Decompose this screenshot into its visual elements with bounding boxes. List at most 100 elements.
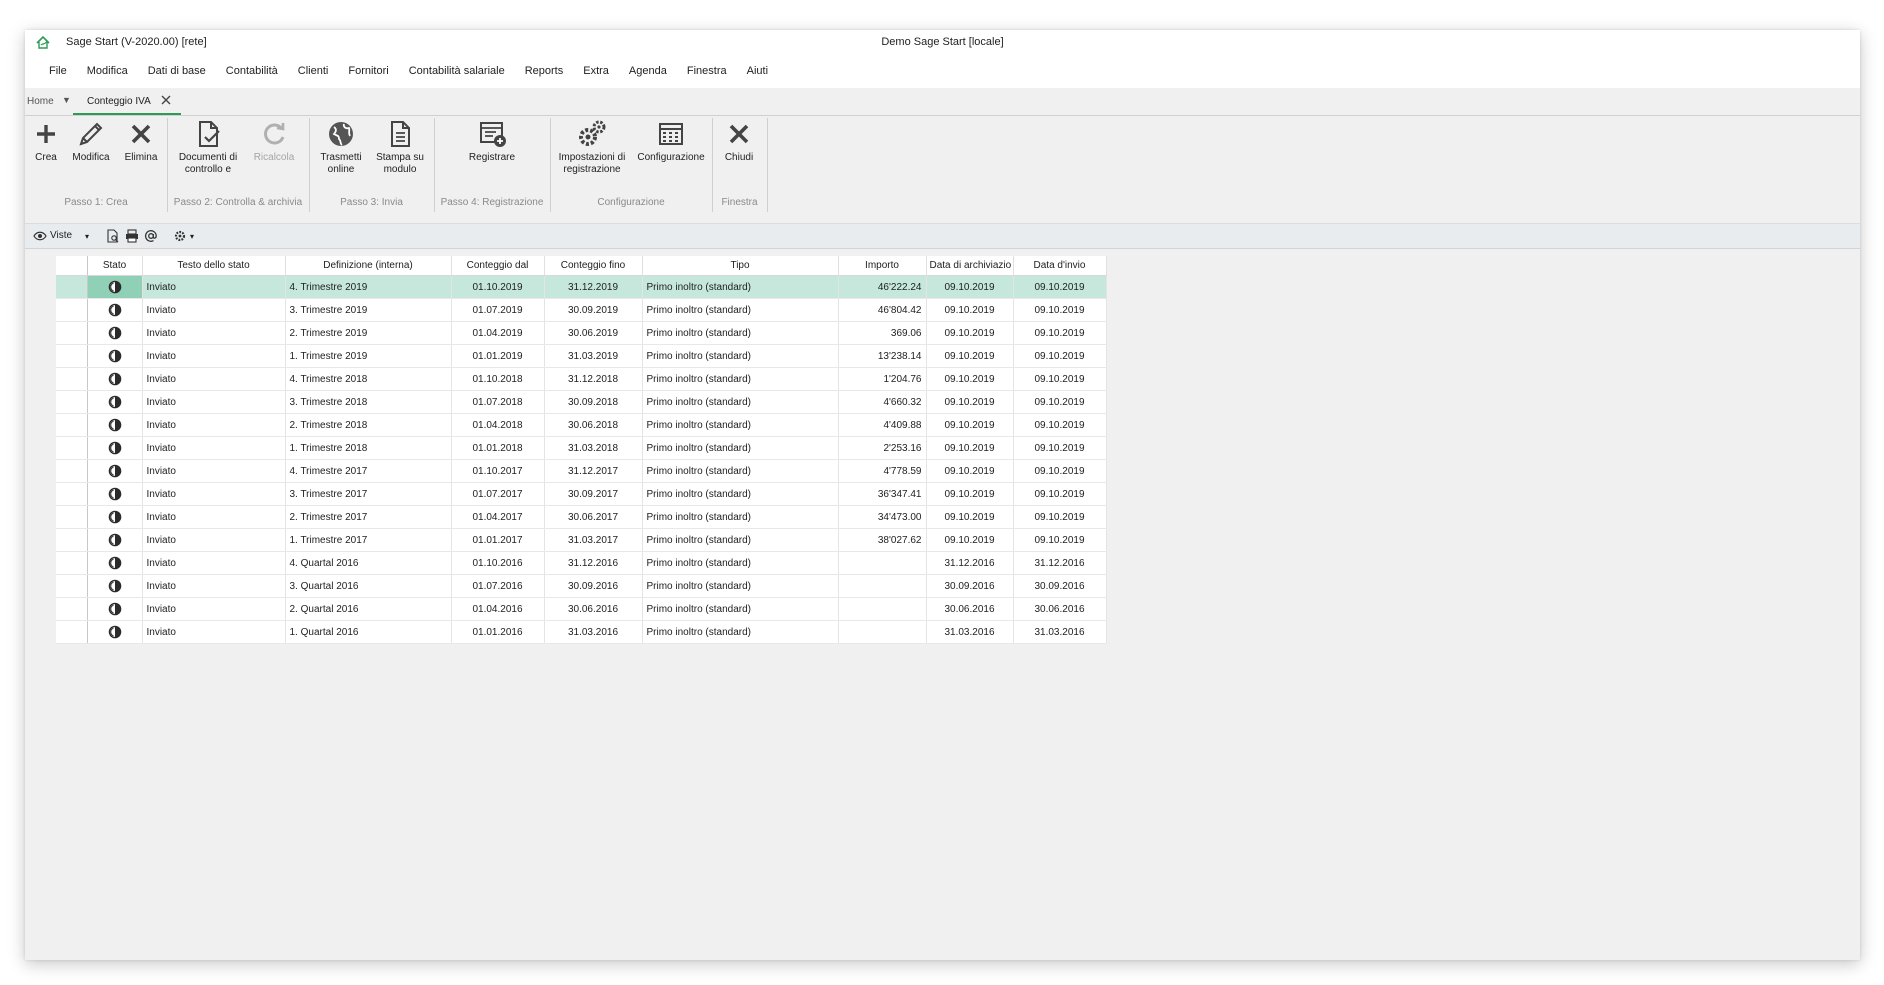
status-cell[interactable] <box>87 298 143 322</box>
table-row[interactable]: Inviato 3. Quartal 2016 01.07.2016 30.09.20… <box>56 574 1107 598</box>
amount-cell[interactable]: 34'473.00 <box>838 505 927 529</box>
row-gutter[interactable] <box>56 459 88 483</box>
viste-dropdown[interactable] <box>33 229 47 245</box>
period-from-cell[interactable]: 01.07.2017 <box>451 482 545 506</box>
status-text-cell[interactable]: Inviato <box>142 528 286 552</box>
definition-cell[interactable]: 2. Quartal 2016 <box>285 597 452 621</box>
viste-label[interactable]: Viste <box>50 230 72 241</box>
status-cell[interactable] <box>87 482 143 506</box>
column-header-conteggio-dal[interactable]: Conteggio dal <box>451 256 545 276</box>
period-to-cell[interactable]: 31.12.2016 <box>544 551 643 575</box>
archive-date-cell[interactable]: 09.10.2019 <box>926 413 1014 437</box>
column-header-importo[interactable]: Importo <box>838 256 927 276</box>
row-gutter[interactable] <box>56 321 88 345</box>
table-row[interactable]: Inviato 2. Trimestre 2019 01.04.2019 30.06.… <box>56 321 1107 345</box>
status-text-cell[interactable]: Inviato <box>142 505 286 529</box>
period-from-cell[interactable]: 01.04.2017 <box>451 505 545 529</box>
close-tab-icon[interactable] <box>159 93 173 107</box>
menu-extra[interactable]: Extra <box>573 65 619 77</box>
column-header-definizione[interactable]: Definizione (interna) <box>285 256 452 276</box>
type-cell[interactable]: Primo inoltro (standard) <box>642 298 839 322</box>
definition-cell[interactable]: 2. Trimestre 2019 <box>285 321 452 345</box>
send-date-cell[interactable]: 09.10.2019 <box>1013 390 1107 414</box>
definition-cell[interactable]: 4. Trimestre 2018 <box>285 367 452 391</box>
period-to-cell[interactable]: 31.03.2016 <box>544 620 643 644</box>
definition-cell[interactable]: 3. Trimestre 2019 <box>285 298 452 322</box>
archive-date-cell[interactable]: 09.10.2019 <box>926 459 1014 483</box>
row-gutter[interactable] <box>56 344 88 368</box>
chiudi-button[interactable]: Chiudi <box>717 118 761 164</box>
status-text-cell[interactable]: Inviato <box>142 574 286 598</box>
amount-cell[interactable]: 4'778.59 <box>838 459 927 483</box>
amount-cell[interactable]: 13'238.14 <box>838 344 927 368</box>
type-cell[interactable]: Primo inoltro (standard) <box>642 413 839 437</box>
type-cell[interactable]: Primo inoltro (standard) <box>642 620 839 644</box>
menu-reports[interactable]: Reports <box>515 65 574 77</box>
archive-date-cell[interactable]: 09.10.2019 <box>926 528 1014 552</box>
period-from-cell[interactable]: 01.10.2018 <box>451 367 545 391</box>
period-from-cell[interactable]: 01.01.2018 <box>451 436 545 460</box>
row-gutter[interactable] <box>56 413 88 437</box>
archive-date-cell[interactable]: 09.10.2019 <box>926 321 1014 345</box>
row-gutter[interactable] <box>56 275 88 299</box>
period-to-cell[interactable]: 31.12.2019 <box>544 275 643 299</box>
table-row[interactable]: Inviato 1. Trimestre 2019 01.01.2019 31.03.… <box>56 344 1107 368</box>
type-cell[interactable]: Primo inoltro (standard) <box>642 344 839 368</box>
amount-cell[interactable] <box>838 551 927 575</box>
period-to-cell[interactable]: 30.09.2016 <box>544 574 643 598</box>
status-cell[interactable] <box>87 620 143 644</box>
type-cell[interactable]: Primo inoltro (standard) <box>642 482 839 506</box>
preview-button[interactable] <box>106 229 120 245</box>
period-to-cell[interactable]: 31.12.2018 <box>544 367 643 391</box>
send-date-cell[interactable]: 30.09.2016 <box>1013 574 1107 598</box>
period-from-cell[interactable]: 01.07.2016 <box>451 574 545 598</box>
table-row[interactable]: Inviato 4. Trimestre 2017 01.10.2017 31.12.… <box>56 459 1107 483</box>
status-cell[interactable] <box>87 459 143 483</box>
print-button[interactable] <box>125 229 139 245</box>
table-row[interactable]: Inviato 1. Trimestre 2018 01.01.2018 31.03.… <box>56 436 1107 460</box>
menu-contabilita-salariale[interactable]: Contabilità salariale <box>399 65 515 77</box>
send-date-cell[interactable]: 09.10.2019 <box>1013 436 1107 460</box>
column-header-testo-dello-stato[interactable]: Testo dello stato <box>142 256 286 276</box>
email-button[interactable] <box>144 229 158 245</box>
definition-cell[interactable]: 4. Trimestre 2017 <box>285 459 452 483</box>
status-text-cell[interactable]: Inviato <box>142 390 286 414</box>
send-date-cell[interactable]: 09.10.2019 <box>1013 344 1107 368</box>
menu-fornitori[interactable]: Fornitori <box>338 65 398 77</box>
period-from-cell[interactable]: 01.10.2019 <box>451 275 545 299</box>
archive-date-cell[interactable]: 09.10.2019 <box>926 390 1014 414</box>
period-from-cell[interactable]: 01.01.2017 <box>451 528 545 552</box>
menu-finestra[interactable]: Finestra <box>677 65 737 77</box>
trasmetti-online-button[interactable]: Trasmetti online <box>313 118 369 176</box>
status-text-cell[interactable]: Inviato <box>142 482 286 506</box>
menu-dati-di-base[interactable]: Dati di base <box>138 65 216 77</box>
amount-cell[interactable]: 4'409.88 <box>838 413 927 437</box>
send-date-cell[interactable]: 31.03.2016 <box>1013 620 1107 644</box>
registrare-button[interactable]: Registrare <box>456 118 528 164</box>
period-to-cell[interactable]: 31.12.2017 <box>544 459 643 483</box>
period-from-cell[interactable]: 01.07.2019 <box>451 298 545 322</box>
archive-date-cell[interactable]: 31.03.2016 <box>926 620 1014 644</box>
status-text-cell[interactable]: Inviato <box>142 597 286 621</box>
status-cell[interactable] <box>87 367 143 391</box>
settings-dropdown[interactable] <box>173 229 187 245</box>
send-date-cell[interactable]: 09.10.2019 <box>1013 459 1107 483</box>
menu-file[interactable]: File <box>39 65 77 77</box>
period-to-cell[interactable]: 30.06.2016 <box>544 597 643 621</box>
amount-cell[interactable] <box>838 597 927 621</box>
definition-cell[interactable]: 3. Quartal 2016 <box>285 574 452 598</box>
menu-modifica[interactable]: Modifica <box>77 65 138 77</box>
amount-cell[interactable]: 46'222.24 <box>838 275 927 299</box>
status-text-cell[interactable]: Inviato <box>142 298 286 322</box>
type-cell[interactable]: Primo inoltro (standard) <box>642 528 839 552</box>
amount-cell[interactable]: 1'204.76 <box>838 367 927 391</box>
configurazione-button[interactable]: Configurazione <box>634 118 708 164</box>
archive-date-cell[interactable]: 09.10.2019 <box>926 275 1014 299</box>
type-cell[interactable]: Primo inoltro (standard) <box>642 574 839 598</box>
type-cell[interactable]: Primo inoltro (standard) <box>642 275 839 299</box>
column-header-stato[interactable]: Stato <box>87 256 143 276</box>
period-to-cell[interactable]: 30.09.2019 <box>544 298 643 322</box>
chevron-down-icon[interactable]: ▾ <box>190 232 194 241</box>
table-row[interactable]: Inviato 3. Trimestre 2019 01.07.2019 30.09.… <box>56 298 1107 322</box>
column-header-tipo[interactable]: Tipo <box>642 256 839 276</box>
